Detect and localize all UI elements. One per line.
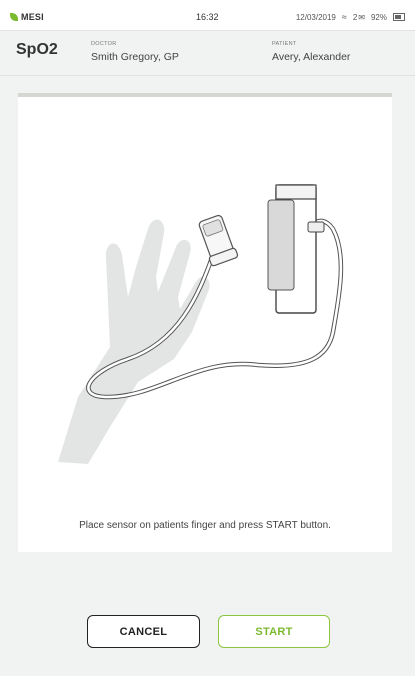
brand-name: MESI (21, 12, 44, 22)
patient-label: PATIENT (272, 41, 297, 47)
patient-name: Avery, Alexander (272, 51, 351, 63)
doctor-name: Smith Gregory, GP (91, 51, 179, 63)
status-bar: MESI 16:32 12/03/2019 ≈ 2 ✉ 92% (0, 0, 415, 31)
mesi-leaf-icon (10, 13, 18, 21)
instruction-panel: Place sensor on patients finger and pres… (18, 93, 392, 552)
mail-indicator: 2 ✉ (353, 13, 365, 22)
page-title: SpO2 (16, 41, 58, 58)
sensor-illustration (58, 184, 344, 464)
wifi-icon: ≈ (341, 12, 347, 22)
mail-icon: ✉ (358, 12, 365, 22)
cancel-button[interactable]: CANCEL (87, 615, 200, 648)
status-right: 12/03/2019 ≈ 2 ✉ 92% (296, 12, 405, 22)
hand-silhouette (58, 219, 210, 464)
doctor-label: DOCTOR (91, 41, 117, 47)
status-time: 16:32 (196, 12, 219, 22)
status-date: 12/03/2019 (295, 12, 336, 22)
start-button[interactable]: START (218, 615, 330, 648)
header: SpO2 DOCTOR Smith Gregory, GP PATIENT Av… (0, 31, 415, 76)
battery-icon (393, 13, 405, 21)
finger-clip-icon (198, 214, 239, 267)
brand-logo: MESI (10, 12, 44, 22)
instruction-text: Place sensor on patients finger and pres… (79, 520, 331, 531)
oximeter-device-icon (267, 184, 325, 314)
mail-count: 2 (352, 12, 358, 22)
battery-level: 92% (370, 12, 387, 22)
